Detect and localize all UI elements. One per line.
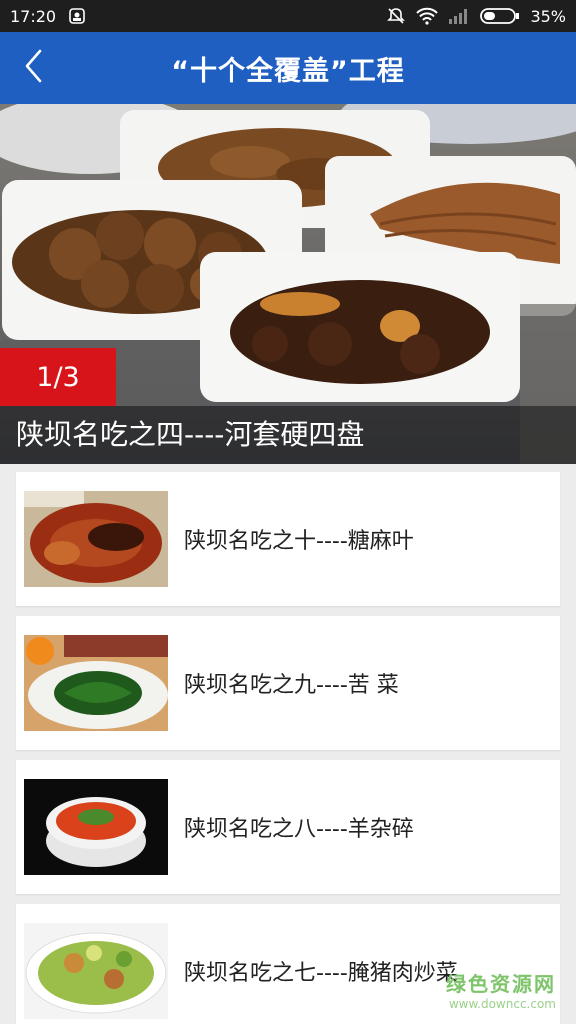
list-item-title: 陕坝名吃之八----羊杂碎 <box>184 817 414 842</box>
banner-carousel[interactable]: 1/3 陕坝名吃之四----河套硬四盘 <box>0 104 576 464</box>
list-item[interactable]: 陕坝名吃之九----苦 菜 <box>16 616 560 750</box>
battery-icon <box>480 7 520 25</box>
app-header: “十个全覆盖”工程 <box>0 32 576 104</box>
news-list: 陕坝名吃之十----糖麻叶 陕坝名吃之九----苦 菜 陕坝名吃之八----羊杂… <box>16 472 560 1024</box>
list-item-thumbnail <box>24 923 168 1019</box>
list-item[interactable]: 陕坝名吃之十----糖麻叶 <box>16 472 560 606</box>
list-item-title: 陕坝名吃之七----腌猪肉炒菜 <box>184 961 458 986</box>
banner-caption: 陕坝名吃之四----河套硬四盘 <box>16 418 365 451</box>
status-time: 17:20 <box>10 6 57 26</box>
watermark-url: www.downcc.com <box>448 997 556 1011</box>
mute-icon <box>386 6 406 26</box>
list-item[interactable]: 陕坝名吃之八----羊杂碎 <box>16 760 560 894</box>
list-item-thumbnail <box>24 491 168 587</box>
chevron-left-icon <box>22 48 46 88</box>
list-item-thumbnail <box>24 635 168 731</box>
banner-page-indicator: 1/3 <box>0 348 116 406</box>
status-bar: 17:20 35% <box>0 0 576 32</box>
list-item-title: 陕坝名吃之十----糖麻叶 <box>184 529 414 554</box>
wifi-icon <box>416 7 439 25</box>
battery-percent: 35% <box>530 6 566 26</box>
watermark: 绿色资源网 www.downcc.com <box>446 968 556 1011</box>
back-button[interactable] <box>6 32 62 104</box>
signal-icon <box>448 7 470 25</box>
screenshot-icon <box>68 7 86 25</box>
list-item-title: 陕坝名吃之九----苦 菜 <box>184 673 399 698</box>
list-item-thumbnail <box>24 779 168 875</box>
page-title: “十个全覆盖”工程 <box>171 55 405 87</box>
watermark-title: 绿色资源网 <box>446 972 556 996</box>
